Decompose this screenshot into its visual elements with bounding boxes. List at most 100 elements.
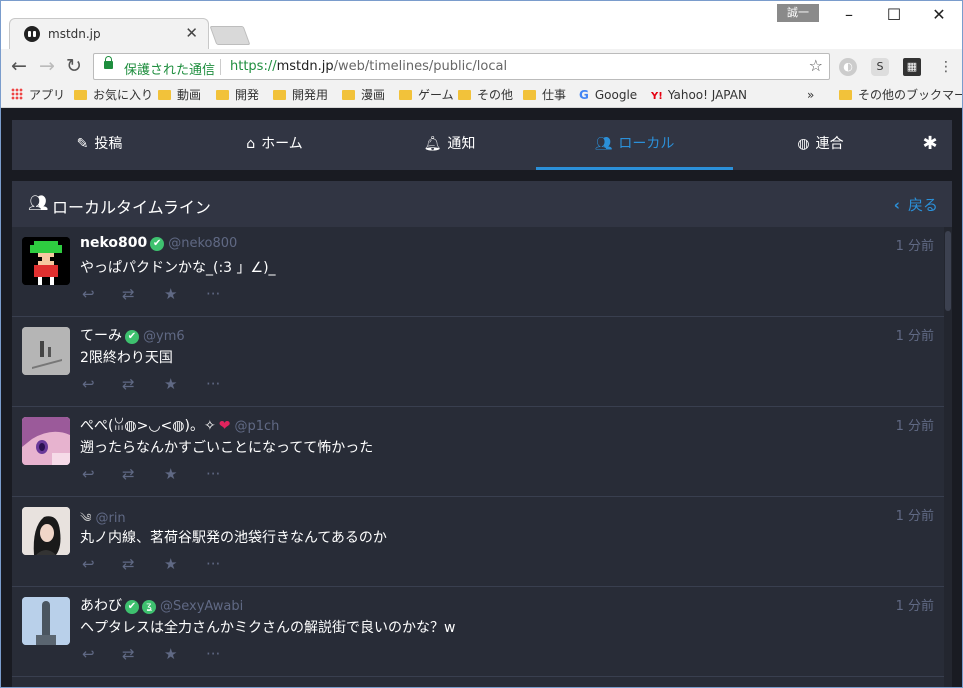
users-icon: 👥︎ — [28, 193, 49, 212]
avatar[interactable] — [22, 237, 70, 285]
avatar-image — [22, 417, 70, 465]
reload-icon[interactable]: ↻ — [66, 55, 82, 77]
url-host: mstdn.jp — [276, 59, 334, 74]
film-extension-icon[interactable]: ▦ — [903, 58, 921, 76]
bookmark-star-icon[interactable]: ☆ — [809, 56, 823, 75]
folder-icon — [342, 90, 355, 100]
avatar-image — [22, 327, 70, 375]
more-icon[interactable]: ··· — [206, 465, 220, 483]
tab-home[interactable]: ⌂ ホーム — [187, 120, 362, 170]
menu-dots-icon[interactable]: ⋮ — [937, 58, 955, 76]
tab-local[interactable]: 👥︎ ローカル — [536, 120, 733, 170]
status-item[interactable]: ぺぺ(ꈍ◍>◡<◍)。✧ ❤ @p1ch 1 分前 遡ったらなんかすごいことになって… — [12, 407, 944, 497]
secure-label: 保護された通信 — [124, 63, 216, 78]
bookmark-google[interactable]: G Google — [579, 88, 637, 103]
reply-icon[interactable]: ↩ — [82, 375, 95, 393]
avatar-image — [22, 597, 70, 645]
asterisk-icon[interactable]: ✱ — [908, 120, 952, 170]
wing-emoji-icon: ༄ — [80, 511, 92, 525]
status-time[interactable]: 1 分前 — [896, 415, 934, 434]
bookmark-folder[interactable]: 動画 — [158, 88, 201, 103]
google-g-icon: G — [579, 88, 589, 102]
avatar[interactable] — [22, 417, 70, 465]
folder-icon — [839, 90, 852, 100]
favourite-icon[interactable]: ★ — [164, 555, 177, 573]
badge-emoji-icon: ʓ — [142, 600, 156, 614]
mastodon-favicon-icon — [24, 26, 40, 42]
account-handle: @rin — [95, 511, 126, 526]
status-time[interactable]: 1 分前 — [896, 595, 934, 614]
bookmark-folder[interactable]: 開発用 — [273, 88, 328, 103]
close-tab-icon[interactable]: ✕ — [185, 24, 198, 42]
column-header: 👥︎ ローカルタイムライン ‹ 戻る — [12, 181, 952, 227]
browser-toolbar: ← → ↻ 保護された通信 https://mstdn.jp/web/timel… — [1, 49, 962, 83]
bookmark-folder[interactable]: 漫画 — [342, 88, 385, 103]
reply-icon[interactable]: ↩ — [82, 285, 95, 303]
timeline-feed[interactable]: neko800 ✔ @neko800 1 分前 やっぱパクドンかな_(:3 」∠)_… — [12, 227, 952, 687]
bookmark-folder[interactable]: 仕事 — [523, 88, 566, 103]
reply-icon[interactable]: ↩ — [82, 555, 95, 573]
folder-icon — [273, 90, 286, 100]
back-arrow-icon[interactable]: ← — [11, 55, 27, 77]
feed-scrollbar[interactable] — [944, 227, 952, 687]
url-scheme: https:// — [230, 59, 277, 74]
back-button[interactable]: ‹ 戻る — [894, 194, 938, 215]
verified-check-icon: ✔ — [125, 330, 139, 344]
bookmark-apps[interactable]: アプリ — [11, 88, 65, 103]
favourite-icon[interactable]: ★ — [164, 465, 177, 483]
bookmark-folder[interactable]: お気に入り — [74, 88, 153, 103]
tab-notifications[interactable]: 🔔︎ 通知 — [362, 120, 537, 170]
tab-compose[interactable]: ✎ 投稿 — [12, 120, 187, 170]
more-icon[interactable]: ··· — [206, 555, 220, 573]
status-time[interactable]: 1 分前 — [896, 325, 934, 344]
profile-badge[interactable]: 誠一 — [777, 4, 819, 22]
status-item[interactable]: てーみ ✔ @ym6 1 分前 2限終わり天国 ↩ ⇄ ★ ··· — [12, 317, 944, 407]
extension-icon[interactable]: ◐ — [839, 58, 857, 76]
verified-check-icon: ✔ — [125, 600, 139, 614]
reply-icon[interactable]: ↩ — [82, 465, 95, 483]
bookmark-folder[interactable]: ゲーム — [399, 88, 454, 103]
new-tab-button[interactable] — [209, 26, 251, 45]
close-window-icon[interactable]: ✕ — [919, 5, 959, 25]
minimize-icon[interactable]: – — [829, 5, 869, 25]
boost-icon[interactable]: ⇄ — [122, 555, 135, 573]
display-name[interactable]: ぺぺ(ꈍ◍>◡<◍)。✧ ❤ @p1ch — [80, 415, 279, 435]
address-bar[interactable]: 保護された通信 https://mstdn.jp/web/timelines/p… — [93, 53, 830, 80]
boost-icon[interactable]: ⇄ — [122, 375, 135, 393]
bookmark-yahoo[interactable]: Y! Yahoo! JAPAN — [651, 88, 747, 104]
users-icon: 👥︎ — [594, 136, 613, 152]
favourite-icon[interactable]: ★ — [164, 645, 177, 663]
favourite-icon[interactable]: ★ — [164, 375, 177, 393]
status-item[interactable]: neko800 ✔ @neko800 1 分前 やっぱパクドンかな_(:3 」∠)_… — [12, 227, 944, 317]
other-bookmarks-folder[interactable]: その他のブックマーク — [839, 88, 962, 103]
status-time[interactable]: 1 分前 — [896, 235, 934, 254]
display-name[interactable]: てーみ ✔ @ym6 — [80, 325, 185, 345]
bookmarks-overflow-button[interactable]: » — [807, 88, 814, 103]
globe-icon: ◍ — [797, 136, 810, 152]
display-name[interactable]: あわび ✔ ʓ @SexyAwabi — [80, 595, 243, 615]
status-time[interactable]: 1 分前 — [896, 505, 934, 524]
boost-icon[interactable]: ⇄ — [122, 285, 135, 303]
yahoo-icon: Y! — [651, 91, 663, 102]
reply-icon[interactable]: ↩ — [82, 645, 95, 663]
avatar[interactable] — [22, 597, 70, 645]
more-icon[interactable]: ··· — [206, 375, 220, 393]
boost-icon[interactable]: ⇄ — [122, 465, 135, 483]
more-icon[interactable]: ··· — [206, 285, 220, 303]
avatar[interactable] — [22, 507, 70, 555]
maximize-icon[interactable]: ☐ — [874, 5, 914, 25]
favourite-icon[interactable]: ★ — [164, 285, 177, 303]
bookmark-folder[interactable]: その他 — [458, 88, 513, 103]
display-name[interactable]: neko800 ✔ @neko800 — [80, 235, 237, 251]
scrollbar-thumb[interactable] — [945, 231, 951, 311]
status-item[interactable]: ༄ @rin 1 分前 丸ノ内線、茗荷谷駅発の池袋行きなんてあるのか ↩ ⇄ ★ … — [12, 497, 944, 587]
browser-tab[interactable]: mstdn.jp ✕ — [9, 18, 209, 49]
forward-arrow-icon[interactable]: → — [39, 55, 55, 77]
more-icon[interactable]: ··· — [206, 645, 220, 663]
tab-federated[interactable]: ◍ 連合 — [733, 120, 908, 170]
status-item[interactable]: あわび ✔ ʓ @SexyAwabi 1 分前 ヘプタレスは全力さんかミクさんの解説街… — [12, 587, 944, 677]
bookmark-folder[interactable]: 開発 — [216, 88, 259, 103]
s-extension-icon[interactable]: S — [871, 58, 889, 76]
boost-icon[interactable]: ⇄ — [122, 645, 135, 663]
avatar[interactable] — [22, 327, 70, 375]
